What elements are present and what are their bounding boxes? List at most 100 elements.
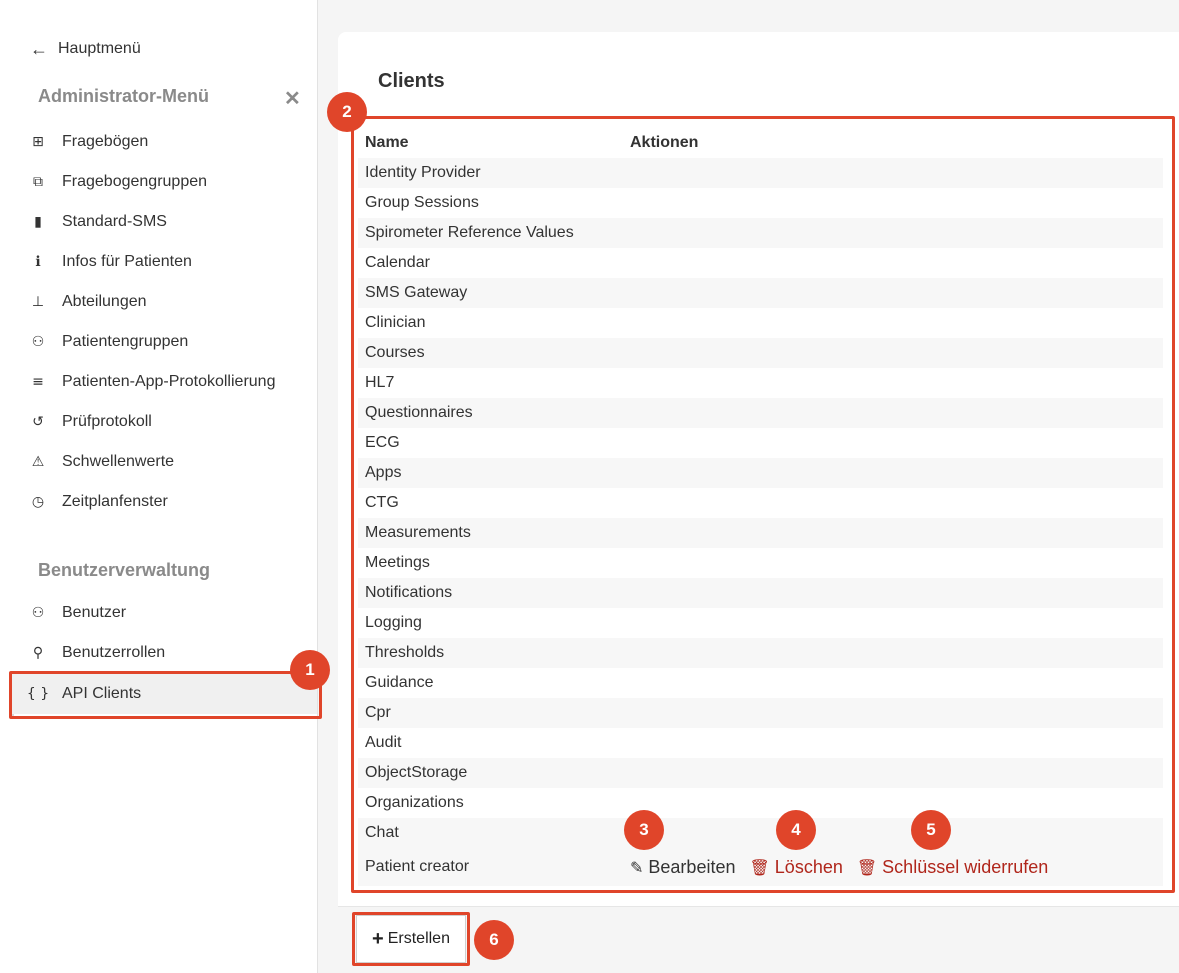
users-icon: ⚇ — [31, 605, 45, 621]
table-row[interactable]: SMS Gateway — [358, 278, 1163, 308]
history-icon: ↺ — [32, 414, 44, 430]
annotation-badge-4: 4 — [776, 810, 816, 850]
client-name: Group Sessions — [365, 194, 479, 211]
create-button[interactable]: + Erstellen — [356, 915, 466, 963]
revoke-key-label: Schlüssel widerrufen — [882, 856, 1049, 877]
annotation-badge-3: 3 — [624, 810, 664, 850]
column-header-name: Name — [365, 134, 409, 151]
sidebar-item-standard-sms[interactable]: ▮ Standard-SMS — [26, 206, 167, 238]
client-name: Identity Provider — [365, 164, 481, 181]
annotation-badge-1: 1 — [290, 650, 330, 690]
edit-label: Bearbeiten — [648, 856, 736, 877]
table-row[interactable]: Thresholds — [358, 638, 1163, 668]
app-root: ← Hauptmenü Administrator-Menü ✕ ⊞ Frage… — [0, 0, 1179, 973]
user-management-title: Benutzerverwaltung — [38, 560, 211, 580]
client-name: Logging — [365, 614, 422, 631]
client-name: ObjectStorage — [365, 764, 468, 781]
sidebar-item-infos-fuer-patienten[interactable]: ℹ Infos für Patienten — [26, 246, 192, 278]
table-row[interactable]: Measurements — [358, 518, 1163, 548]
close-icon[interactable]: ✕ — [284, 86, 301, 111]
plus-icon: + — [372, 927, 384, 950]
row-actions: ✎ Bearbeiten 🗑 Löschen 🗑 Schlüssel wider… — [630, 857, 1062, 878]
sidebar-item-label: Abteilungen — [62, 293, 147, 310]
sidebar-item-zeitplanfenster[interactable]: ◷ Zeitplanfenster — [26, 486, 168, 518]
create-label: Erstellen — [387, 930, 450, 947]
table-row[interactable]: Questionnaires — [358, 398, 1163, 428]
sidebar: ← Hauptmenü Administrator-Menü ✕ ⊞ Frage… — [0, 0, 318, 973]
table-row[interactable]: Identity Provider — [358, 158, 1163, 188]
pencil-icon: ✎ — [630, 857, 644, 877]
delete-label: Löschen — [774, 856, 843, 877]
client-name: Meetings — [365, 554, 430, 571]
sidebar-item-benutzer[interactable]: ⚇ Benutzer — [26, 597, 126, 629]
table-row[interactable]: Cpr — [358, 698, 1163, 728]
table-row[interactable]: Clinician — [358, 308, 1163, 338]
sitemap-icon: ⊥ — [31, 294, 45, 310]
threshold-warning-icon: ⚠ — [31, 454, 45, 470]
admin-menu-title: Administrator-Menü — [38, 86, 209, 106]
sidebar-item-label: Benutzer — [62, 604, 127, 621]
table-row[interactable]: CTG — [358, 488, 1163, 518]
sidebar-item-patienten-app-protokollierung[interactable]: ≡ Patienten-App-Protokollierung — [26, 366, 275, 398]
sidebar-item-abteilungen[interactable]: ⊥ Abteilungen — [26, 286, 147, 318]
user-role-icon: ⚲ — [32, 645, 44, 661]
client-name: Notifications — [365, 584, 453, 601]
table-row[interactable]: Notifications — [358, 578, 1163, 608]
list-lines-icon: ≡ — [32, 374, 44, 390]
sidebar-item-label: Benutzerrollen — [62, 644, 166, 661]
sidebar-item-label: Patientengruppen — [62, 333, 189, 350]
sidebar-item-patientengruppen[interactable]: ⚇ Patientengruppen — [26, 326, 189, 358]
table-row[interactable]: Chat — [358, 818, 1163, 848]
sidebar-item-label: Standard-SMS — [62, 213, 167, 230]
table-row[interactable]: Spirometer Reference Values — [358, 218, 1163, 248]
client-name: SMS Gateway — [365, 284, 468, 301]
info-icon: ℹ — [35, 254, 41, 270]
sidebar-item-benutzerrollen[interactable]: ⚲ Benutzerrollen — [26, 637, 165, 669]
client-name: CTG — [365, 494, 399, 511]
table-row[interactable]: ECG — [358, 428, 1163, 458]
table-row[interactable]: Audit — [358, 728, 1163, 758]
client-name: Clinician — [365, 314, 426, 331]
client-name: Patient creator — [365, 858, 470, 875]
table-row[interactable]: Guidance — [358, 668, 1163, 698]
table-row[interactable]: Apps — [358, 458, 1163, 488]
client-name: HL7 — [365, 374, 395, 391]
table-row[interactable]: Calendar — [358, 248, 1163, 278]
table-row[interactable]: Group Sessions — [358, 188, 1163, 218]
client-name: Courses — [365, 344, 425, 361]
sidebar-item-schwellenwerte[interactable]: ⚠ Schwellenwerte — [26, 446, 174, 478]
page-title: Clients — [378, 70, 445, 92]
client-name: Measurements — [365, 524, 471, 541]
sidebar-item-pruefprotokoll[interactable]: ↺ Prüfprotokoll — [26, 406, 152, 438]
annotation-badge-2: 2 — [327, 92, 367, 132]
revoke-key-button[interactable]: 🗑 Schlüssel widerrufen — [857, 857, 1048, 878]
sidebar-item-api-clients[interactable]: { } API Clients — [12, 674, 317, 714]
sidebar-item-label: Infos für Patienten — [62, 253, 192, 270]
table-row[interactable]: Courses — [358, 338, 1163, 368]
table-row[interactable]: HL7 — [358, 368, 1163, 398]
sidebar-item-fragebogen[interactable]: ⊞ Fragebögen — [26, 126, 148, 158]
sidebar-item-label: Prüfprotokoll — [62, 413, 152, 430]
trash-icon: 🗑 — [749, 857, 770, 877]
sidebar-item-fragebogengruppen[interactable]: ⧉ Fragebogengruppen — [26, 166, 207, 198]
back-to-main-menu-link[interactable]: ← Hauptmenü — [30, 40, 141, 58]
files-plus-icon: ⧉ — [33, 174, 43, 190]
client-name: Questionnaires — [365, 404, 473, 421]
table-row[interactable]: ObjectStorage — [358, 758, 1163, 788]
table-row[interactable]: Logging — [358, 608, 1163, 638]
sidebar-item-label: Patienten-App-Protokollierung — [62, 373, 276, 390]
client-name: Apps — [365, 464, 402, 481]
curly-braces-icon: { } — [26, 686, 50, 702]
client-name: Spirometer Reference Values — [365, 224, 574, 241]
table-row[interactable]: Organizations — [358, 788, 1163, 818]
table-row[interactable]: Meetings — [358, 548, 1163, 578]
sidebar-item-label: API Clients — [62, 685, 142, 702]
table-header: Name Aktionen — [358, 128, 1163, 158]
clients-table: Name Aktionen Identity Provider Group Ses… — [358, 128, 1163, 886]
client-name: Chat — [365, 824, 399, 841]
delete-button[interactable]: 🗑 Löschen — [749, 857, 842, 878]
table-row[interactable]: Patient creator ✎ Bearbeiten 🗑 Löschen 🗑… — [358, 848, 1163, 886]
edit-button[interactable]: ✎ Bearbeiten — [630, 857, 735, 878]
arrow-left-icon: ← — [30, 39, 48, 59]
back-link-label: Hauptmenü — [58, 40, 141, 57]
